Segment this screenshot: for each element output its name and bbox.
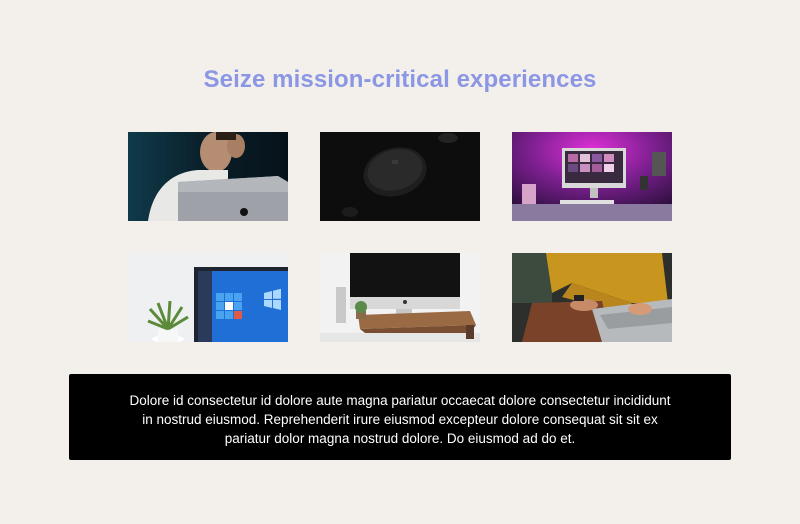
description-panel: Dolore id consectetur id dolore aute mag…	[69, 374, 731, 460]
mouse-photo	[320, 132, 480, 221]
gallery-image-imac-pink[interactable]	[512, 132, 672, 221]
gallery-image-windows-laptop[interactable]	[128, 253, 288, 342]
gallery-image-mouse[interactable]	[320, 132, 480, 221]
person-laptop-photo	[128, 132, 288, 221]
gallery-image-imac-desk[interactable]	[320, 253, 480, 342]
imac-pink-photo	[512, 132, 672, 221]
windows-laptop-photo	[128, 253, 288, 342]
gallery-image-typing[interactable]	[512, 253, 672, 342]
gallery-image-person-laptop[interactable]	[128, 132, 288, 221]
imac-desk-photo	[320, 253, 480, 342]
typing-photo	[512, 253, 672, 342]
image-gallery	[0, 0, 800, 360]
description-text: Dolore id consectetur id dolore aute mag…	[129, 393, 671, 446]
